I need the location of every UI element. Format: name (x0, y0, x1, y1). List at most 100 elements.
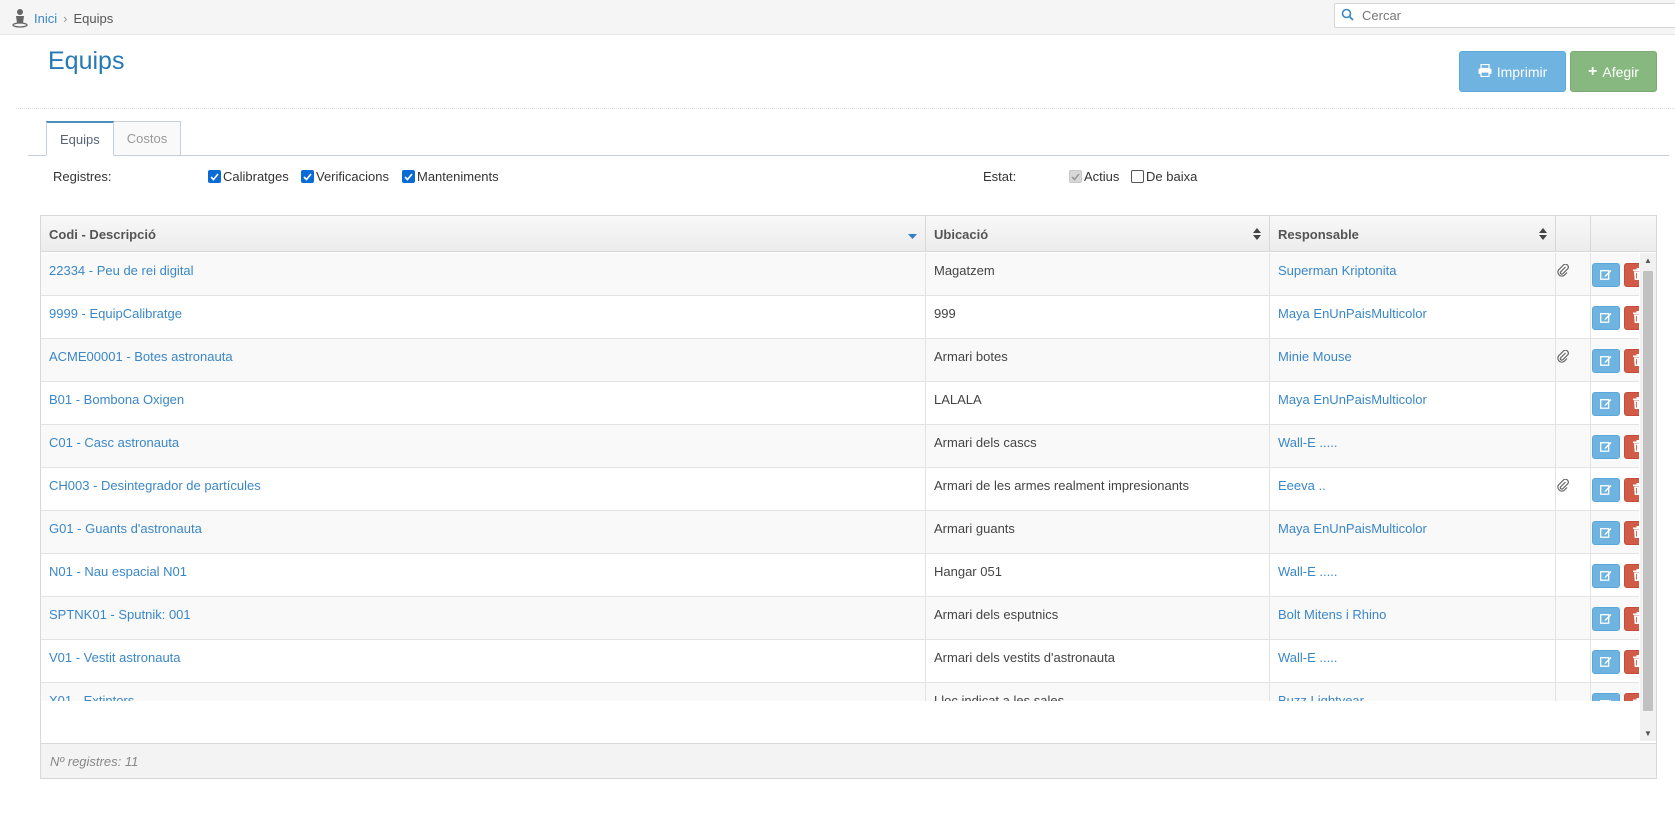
search-box (1334, 3, 1675, 28)
add-button[interactable]: + Afegir (1570, 51, 1657, 92)
cell-responsable[interactable]: Wall-E ..... (1270, 554, 1556, 597)
delete-button[interactable] (1624, 564, 1639, 588)
trash-icon (1633, 353, 1639, 369)
cell-codi[interactable]: 22334 - Peu de rei digital (41, 253, 926, 296)
delete-button[interactable] (1624, 478, 1639, 502)
checkbox-checked-icon[interactable] (208, 170, 221, 183)
delete-button[interactable] (1624, 263, 1639, 287)
cell-codi[interactable]: N01 - Nau espacial N01 (41, 554, 926, 597)
table-row: CH003 - Desintegrador de partícules Armar… (41, 468, 1639, 511)
edit-icon (1600, 483, 1612, 498)
edit-button[interactable] (1592, 521, 1620, 545)
edit-button[interactable] (1592, 435, 1620, 459)
cell-ubicacio: Magatzem (926, 253, 1270, 296)
edit-button[interactable] (1592, 650, 1620, 674)
user-home-icon[interactable] (12, 8, 28, 28)
cell-ubicacio: 999 (926, 296, 1270, 339)
cell-responsable[interactable]: Superman Kriptonita (1270, 253, 1556, 296)
edit-button[interactable] (1592, 349, 1620, 373)
cell-codi[interactable]: 9999 - EquipCalibratge (41, 296, 926, 339)
cell-ubicacio: LALALA (926, 382, 1270, 425)
cell-responsable[interactable]: Maya EnUnPaisMulticolor (1270, 382, 1556, 425)
cell-attachment (1556, 640, 1591, 683)
trash-icon (1633, 396, 1639, 412)
edit-button[interactable] (1592, 564, 1620, 588)
breadcrumb-home-link[interactable]: Inici (34, 11, 57, 26)
cell-responsable[interactable]: Eeeva .. (1270, 468, 1556, 511)
edit-button[interactable] (1592, 693, 1620, 701)
cell-responsable[interactable]: Wall-E ..... (1270, 640, 1556, 683)
breadcrumb-current: Equips (73, 10, 114, 26)
edit-button[interactable] (1592, 478, 1620, 502)
edit-icon (1600, 354, 1612, 369)
cell-codi[interactable]: CH003 - Desintegrador de partícules (41, 468, 926, 511)
scrollbar-thumb[interactable] (1643, 271, 1653, 711)
delete-button[interactable] (1624, 349, 1639, 373)
cell-responsable[interactable]: Maya EnUnPaisMulticolor (1270, 511, 1556, 554)
edit-icon (1600, 612, 1612, 627)
edit-button[interactable] (1592, 263, 1620, 287)
verificacions-checkbox[interactable]: Verificacions (301, 169, 389, 184)
delete-button[interactable] (1624, 392, 1639, 416)
cell-codi[interactable]: G01 - Guants d'astronauta (41, 511, 926, 554)
search-input[interactable] (1360, 7, 1660, 24)
column-header-codi[interactable]: Codi - Descripció (41, 216, 926, 252)
print-button[interactable]: Imprimir (1459, 51, 1566, 92)
delete-button[interactable] (1624, 521, 1639, 545)
cell-responsable[interactable]: Buzz Lightyear (1270, 683, 1556, 701)
cell-ubicacio: Armari dels esputnics (926, 597, 1270, 640)
scroll-up-icon[interactable]: ▲ (1643, 256, 1653, 266)
trash-icon (1633, 697, 1639, 702)
cell-codi[interactable]: B01 - Bombona Oxigen (41, 382, 926, 425)
equips-table: Codi - Descripció Ubicació Responsable 2… (40, 215, 1657, 779)
checkbox-checked-icon[interactable] (301, 170, 314, 183)
table-row: N01 - Nau espacial N01 Hangar 051 Wall-E .… (41, 554, 1639, 597)
edit-button[interactable] (1592, 607, 1620, 631)
manteniments-label: Manteniments (417, 169, 499, 184)
delete-button[interactable] (1624, 650, 1639, 674)
tab-costos[interactable]: Costos (112, 121, 182, 156)
delete-button[interactable] (1624, 693, 1639, 701)
de-baixa-checkbox[interactable]: De baixa (1131, 169, 1197, 184)
tab-equips[interactable]: Equips (46, 121, 114, 156)
verificacions-label: Verificacions (316, 169, 389, 184)
table-row: SPTNK01 - Sputnik: 001 Armari dels esputn… (41, 597, 1639, 640)
table-footer: Nº registres: 11 (41, 743, 1656, 778)
delete-button[interactable] (1624, 435, 1639, 459)
paperclip-icon[interactable] (1557, 349, 1569, 366)
cell-codi[interactable]: X01 - Extintors (41, 683, 926, 701)
actius-checkbox: Actius (1069, 169, 1119, 184)
cell-codi[interactable]: SPTNK01 - Sputnik: 001 (41, 597, 926, 640)
table-body: 22334 - Peu de rei digital Magatzem Superm… (41, 253, 1639, 701)
scroll-down-icon[interactable]: ▼ (1643, 729, 1653, 739)
print-icon (1478, 63, 1492, 80)
record-count: Nº registres: 11 (50, 753, 139, 769)
table-row: B01 - Bombona Oxigen LALALA Maya EnUnPaisM… (41, 382, 1639, 425)
table-row: V01 - Vestit astronauta Armari dels vesti… (41, 640, 1639, 683)
trash-icon (1633, 525, 1639, 541)
edit-button[interactable] (1592, 306, 1620, 330)
cell-responsable[interactable]: Maya EnUnPaisMulticolor (1270, 296, 1556, 339)
edit-button[interactable] (1592, 392, 1620, 416)
column-header-responsable[interactable]: Responsable (1270, 216, 1556, 252)
cell-responsable[interactable]: Minie Mouse (1270, 339, 1556, 382)
cell-responsable[interactable]: Wall-E ..... (1270, 425, 1556, 468)
delete-button[interactable] (1624, 306, 1639, 330)
paperclip-icon[interactable] (1557, 263, 1569, 280)
checkbox-unchecked-icon[interactable] (1131, 170, 1144, 183)
cell-codi[interactable]: ACME00001 - Botes astronauta (41, 339, 926, 382)
table-row: 22334 - Peu de rei digital Magatzem Superm… (41, 253, 1639, 296)
trash-icon (1633, 310, 1639, 326)
manteniments-checkbox[interactable]: Manteniments (402, 169, 499, 184)
cell-ubicacio: Armari de les armes realment impresionan… (926, 468, 1270, 511)
delete-button[interactable] (1624, 607, 1639, 631)
paperclip-icon[interactable] (1557, 478, 1569, 495)
checkbox-checked-icon[interactable] (402, 170, 415, 183)
cell-codi[interactable]: C01 - Casc astronauta (41, 425, 926, 468)
cell-codi[interactable]: V01 - Vestit astronauta (41, 640, 926, 683)
page-title: Equips (48, 47, 125, 75)
header-divider (16, 108, 1675, 109)
cell-responsable[interactable]: Bolt Mitens i Rhino (1270, 597, 1556, 640)
column-header-ubicacio[interactable]: Ubicació (926, 216, 1270, 252)
calibratges-checkbox[interactable]: Calibratges (208, 169, 289, 184)
